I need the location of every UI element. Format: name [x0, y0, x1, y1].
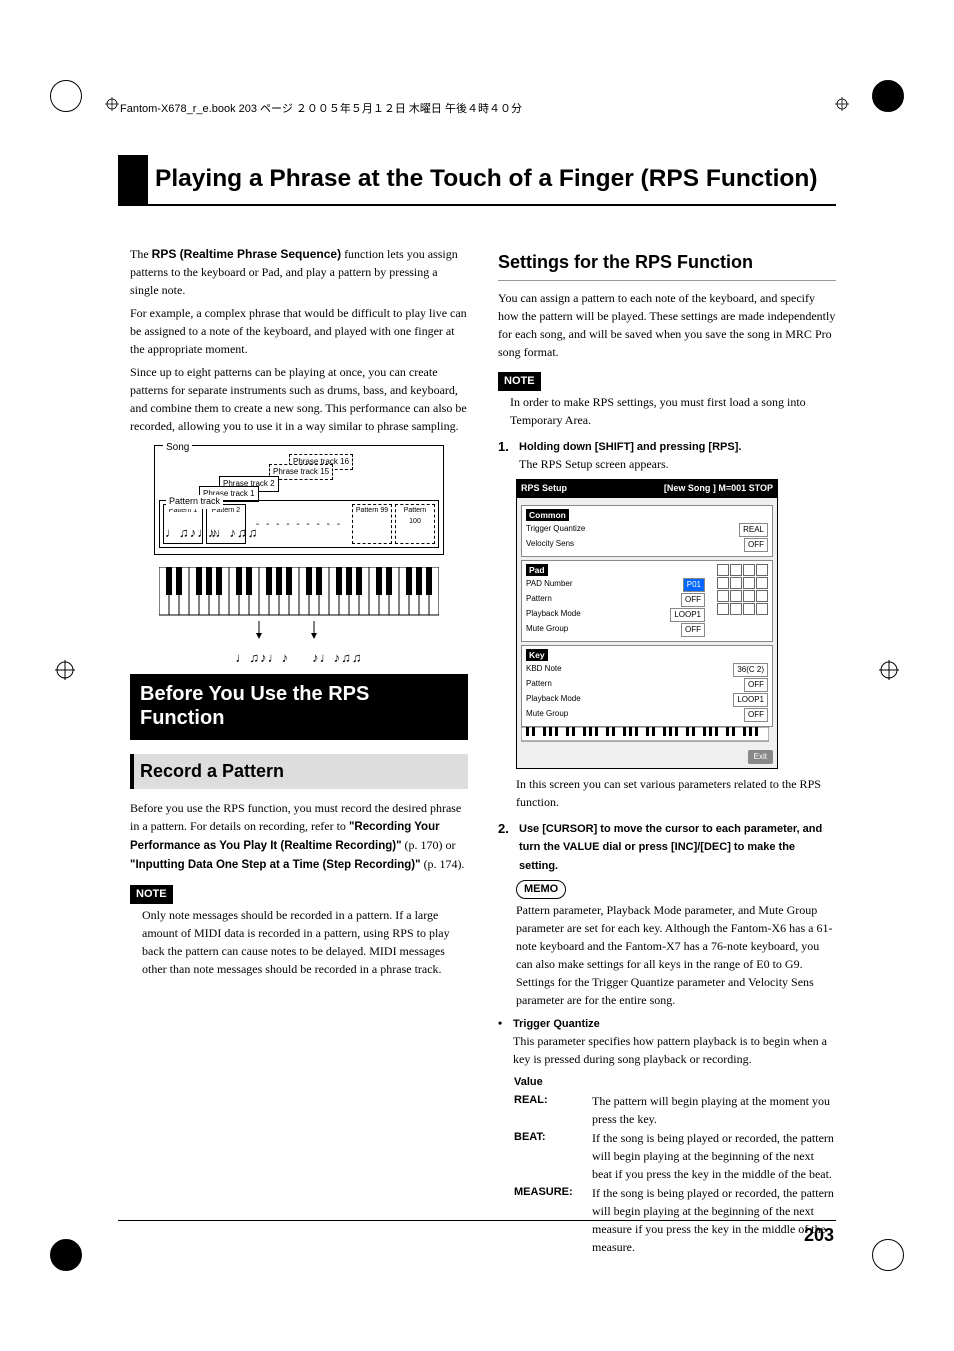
step-1: 1. Holding down [SHIFT] and pressing [RP…	[498, 437, 836, 474]
trigger-quantize-bullet: • Trigger Quantize This parameter specif…	[498, 1014, 836, 1069]
pattern-track-label: Pattern track	[166, 495, 223, 509]
scr-exit-button: Exit	[748, 750, 773, 764]
diagram-notes-row: ♩♫♪♩♪ ♪♩♪♫♫	[130, 648, 468, 668]
note-label-r: NOTE	[498, 372, 541, 391]
intro-p2: For example, a complex phrase that would…	[130, 304, 468, 358]
tq-label: Trigger Quantize	[513, 1018, 600, 1030]
record-p1: Before you use the RPS function, you mus…	[130, 799, 468, 875]
pattern-2: Pattern 2♪♩♪♫♫	[206, 504, 246, 544]
memo-label: MEMO	[516, 880, 566, 899]
scr-keyboard-strip	[521, 727, 773, 747]
value-beat: BEAT: If the song is being played or rec…	[514, 1129, 836, 1183]
value-real: REAL: The pattern will begin playing at …	[514, 1092, 836, 1128]
page-title: Playing a Phrase at the Touch of a Finge…	[155, 165, 836, 193]
scr-status: [New Song ] M=001 STOP	[664, 482, 773, 496]
crop-mark-top-right	[869, 75, 909, 115]
tq-desc: This parameter specifies how pattern pla…	[513, 1034, 827, 1066]
diagram-arrows	[130, 621, 468, 648]
pattern-1: Pattern 1♩♫♪♩♪	[163, 504, 203, 544]
song-diagram: Song Phrase track 16 Phrase track 15 Phr…	[130, 445, 468, 668]
note-label: NOTE	[130, 885, 173, 904]
phrase-track-15: Phrase track 15	[269, 464, 333, 480]
right-column: Settings for the RPS Function You can as…	[498, 245, 836, 1256]
step2-head: Use [CURSOR] to move the cursor to each …	[519, 823, 822, 872]
pattern-99: Pattern 99	[352, 504, 392, 544]
scr-pad-section: Pad PAD NumberP01 PatternOFF Playback Mo…	[521, 560, 773, 642]
value-label: Value	[514, 1076, 543, 1088]
note-text: Only note messages should be recorded in…	[142, 906, 468, 978]
rps-setup-screenshot: RPS Setup [New Song ] M=001 STOP Common …	[516, 479, 778, 769]
step1-body: The RPS Setup screen appears.	[519, 457, 669, 471]
left-column: The RPS (Realtime Phrase Sequence) funct…	[130, 245, 468, 1256]
registration-mark-header-right	[835, 97, 849, 111]
page: Fantom-X678_r_e.book 203 ページ ２００５年５月１２日 …	[0, 0, 954, 1351]
content: The RPS (Realtime Phrase Sequence) funct…	[130, 245, 836, 1256]
header-line: Fantom-X678_r_e.book 203 ページ ２００５年５月１２日 …	[120, 100, 522, 116]
pattern-100: Pattern 100	[395, 504, 435, 544]
song-label: Song	[163, 440, 192, 455]
rps-term: RPS (Realtime Phrase Sequence)	[152, 247, 341, 261]
intro-p1: The RPS (Realtime Phrase Sequence) funct…	[130, 245, 468, 299]
keyboard-diagram	[159, 567, 439, 617]
bottom-rule	[118, 1220, 836, 1221]
after-shot-text: In this screen you can set various param…	[516, 775, 836, 811]
memo-text: Pattern parameter, Playback Mode paramet…	[516, 901, 836, 1009]
crop-mark-top-left	[45, 75, 85, 115]
scr-exit-row: Exit	[521, 750, 773, 764]
registration-mark-right	[879, 660, 899, 680]
pattern-ellipsis: - - - - - - - - -	[249, 517, 349, 532]
step-2: 2. Use [CURSOR] to move the cursor to ea…	[498, 819, 836, 875]
scr-key-section: Key KBD Note36(C 2) PatternOFF Playback …	[521, 645, 773, 727]
crop-mark-bottom-left	[45, 1236, 85, 1276]
page-number: 203	[804, 1225, 834, 1246]
scr-common-section: Common Trigger QuantizeREAL Velocity Sen…	[521, 505, 773, 557]
step1-head: Holding down [SHIFT] and pressing [RPS].	[519, 441, 741, 453]
settings-p1: You can assign a pattern to each note of…	[498, 289, 836, 361]
pattern-track-box: Pattern track Pattern 1♩♫♪♩♪ Pattern 2♪♩…	[159, 500, 439, 548]
registration-mark-header-left	[105, 97, 119, 111]
subsection-record-pattern: Record a Pattern	[130, 754, 468, 789]
section-before-you-use: Before You Use the RPS Function	[130, 674, 468, 740]
subsection-settings: Settings for the RPS Function	[498, 245, 836, 281]
registration-mark-left	[55, 660, 75, 680]
crop-mark-bottom-right	[869, 1236, 909, 1276]
song-box: Song Phrase track 16 Phrase track 15 Phr…	[154, 445, 444, 555]
scr-pads-grid	[717, 564, 768, 638]
note-text-r: In order to make RPS settings, you must …	[510, 393, 836, 429]
title-rule	[118, 204, 836, 206]
scr-title: RPS Setup	[521, 482, 567, 496]
intro-p3: Since up to eight patterns can be playin…	[130, 363, 468, 435]
title-tab	[118, 155, 148, 205]
